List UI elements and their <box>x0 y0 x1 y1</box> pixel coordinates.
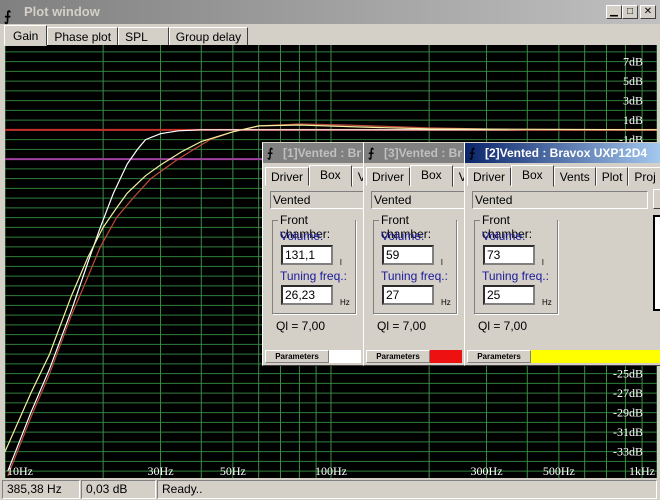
x-tick-label: 1kHz <box>629 464 655 478</box>
box-tab-box[interactable]: Box <box>309 165 352 187</box>
plot-window-titlebar: ⨍ Plot window <box>0 0 660 24</box>
box-window-title: [1]Vented : Br <box>283 146 362 160</box>
app-icon: ⨍ <box>368 146 375 160</box>
status-gain: 0,03 dB <box>81 480 156 499</box>
volume-unit: l <box>441 258 443 267</box>
x-tick-label: 500Hz <box>543 464 575 478</box>
volume-label: Volume: <box>381 229 425 243</box>
y-tick-label: -25dB <box>613 367 643 381</box>
box-window-title: [3]Vented : Br <box>384 146 463 160</box>
box-tab-driver[interactable]: Driver <box>467 167 511 186</box>
ql-value: Ql = 7,00 <box>276 319 326 333</box>
box-tab-box[interactable]: Box <box>511 165 554 187</box>
y-tick-label: 1dB <box>623 113 643 127</box>
maximize-button[interactable]: □ <box>622 5 638 19</box>
y-tick-label: 5dB <box>623 74 643 88</box>
volume-input[interactable]: 73 <box>483 245 535 265</box>
front-chamber-group: Front chamber: Volume: 73 l Tuning freq.… <box>474 213 558 314</box>
tuning-freq-input[interactable]: 25 <box>483 285 535 305</box>
box-type-select[interactable]: Vented <box>371 191 464 209</box>
curve-color-swatch[interactable] <box>329 350 361 363</box>
box-tab-vents[interactable]: Vents <box>553 167 596 186</box>
plot-tabs: Gain Phase plot SPL Group delay <box>4 25 249 46</box>
tuning-freq-input[interactable]: 26,23 <box>281 285 333 305</box>
box-window-footer: Parameters <box>265 350 364 363</box>
tab-group-delay[interactable]: Group delay <box>168 27 249 46</box>
y-tick-label: 7dB <box>623 55 643 69</box>
parameters-button[interactable]: Parameters <box>366 350 430 363</box>
x-tick-label: 30Hz <box>148 464 174 478</box>
tuning-freq-label: Tuning freq.: <box>280 269 347 283</box>
status-frequency: 385,38 Hz <box>2 480 80 499</box>
box-window-title: [2]Vented : Bravox UXP12D4 <box>485 146 648 160</box>
status-message: Ready.. <box>157 480 657 499</box>
box-window: ⨍ [2]Vented : Bravox UXP12D4 Driver Box Ven… <box>464 142 660 366</box>
box-type-button[interactable] <box>653 189 660 209</box>
tab-gain[interactable]: Gain <box>4 25 48 46</box>
curve-color-swatch[interactable] <box>531 350 660 363</box>
box-window: ⨍ [3]Vented : Br DriverBoxV Vented Front … <box>363 142 465 366</box>
box-tab-plot[interactable]: Plot <box>595 167 629 186</box>
tuning-freq-label: Tuning freq.: <box>381 269 448 283</box>
box-window-tabs: DriverBoxV <box>366 165 464 187</box>
x-tick-label: 10Hz <box>7 464 33 478</box>
box-window-titlebar[interactable]: ⨍ [1]Vented : Br <box>263 143 364 163</box>
front-chamber-group: Front chamber: Volume: 131,1 l Tuning fr… <box>272 213 356 314</box>
tuning-freq-unit: Hz <box>441 298 451 307</box>
app-icon: ⨍ <box>469 146 476 160</box>
box-window: ⨍ [1]Vented : Br Driver Box V Vented Front … <box>262 142 365 366</box>
volume-label: Volume: <box>482 229 526 243</box>
box-window-footer: Parameters <box>467 350 660 363</box>
y-tick-label: 3dB <box>623 94 643 108</box>
box-tab-box[interactable]: Box <box>410 165 453 187</box>
x-tick-label: 100Hz <box>315 464 347 478</box>
volume-input[interactable]: 131,1 <box>281 245 333 265</box>
y-tick-label: -31dB <box>613 425 643 439</box>
box-type-select[interactable]: Vented <box>270 191 364 209</box>
tuning-freq-unit: Hz <box>542 298 552 307</box>
y-tick-label: -33dB <box>613 445 643 459</box>
tuning-freq-label: Tuning freq.: <box>482 269 549 283</box>
volume-unit: l <box>340 258 342 267</box>
ql-value: Ql = 7,00 <box>478 319 528 333</box>
box-window-titlebar[interactable]: ⨍ [3]Vented : Br <box>364 143 464 163</box>
box-preview <box>653 215 660 311</box>
box-tab-proj[interactable]: Proj <box>628 167 660 186</box>
box-window-tabs: DriverBoxV <box>265 165 364 187</box>
box-type-select[interactable]: Vented <box>472 191 648 209</box>
app-icon: ⨍ <box>267 146 274 160</box>
box-window-titlebar[interactable]: ⨍ [2]Vented : Bravox UXP12D4 <box>465 143 660 163</box>
box-tab-driver[interactable]: Driver <box>265 167 309 186</box>
tab-spl[interactable]: SPL <box>118 27 169 46</box>
tuning-freq-input[interactable]: 27 <box>382 285 434 305</box>
box-window-footer: Parameters <box>366 350 464 363</box>
tab-phase-plot[interactable]: Phase plot <box>47 27 119 46</box>
minimize-button[interactable]: ▁ <box>606 5 622 19</box>
volume-input[interactable]: 59 <box>382 245 434 265</box>
window-title: Plot window <box>24 4 100 19</box>
close-button[interactable]: ✕ <box>640 5 656 19</box>
y-tick-label: -27dB <box>613 386 643 400</box>
ql-value: Ql = 7,00 <box>377 319 427 333</box>
front-chamber-group: Front chamber: Volume: 59 l Tuning freq.… <box>373 213 457 314</box>
x-tick-label: 50Hz <box>220 464 246 478</box>
box-window-tabs: Driver Box Vents Plot Proj <box>467 165 660 187</box>
parameters-button[interactable]: Parameters <box>265 350 329 363</box>
y-tick-label: -29dB <box>613 406 643 420</box>
curve-color-swatch[interactable] <box>430 350 462 363</box>
box-tab-driver[interactable]: Driver <box>366 167 410 186</box>
tuning-freq-unit: Hz <box>340 298 350 307</box>
x-tick-label: 300Hz <box>471 464 503 478</box>
parameters-button[interactable]: Parameters <box>467 350 531 363</box>
volume-label: Volume: <box>280 229 324 243</box>
volume-unit: l <box>542 258 544 267</box>
